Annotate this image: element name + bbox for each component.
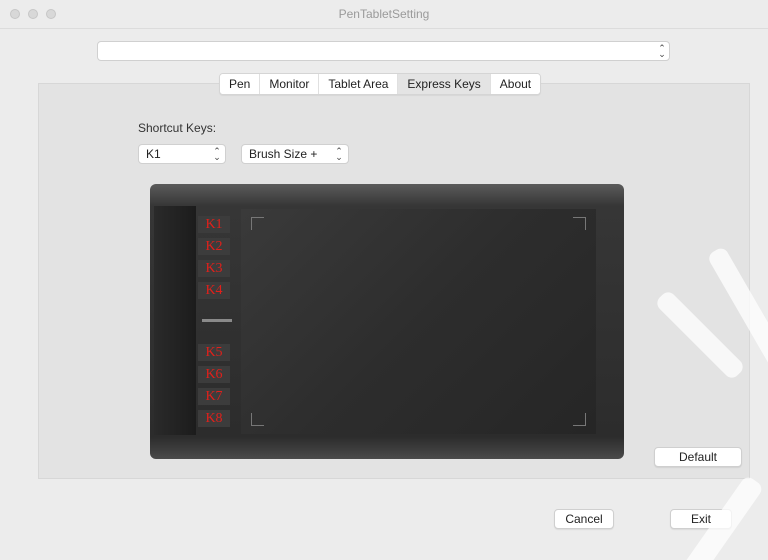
- express-key-k2[interactable]: K2: [198, 238, 230, 255]
- corner-mark-icon: [573, 217, 586, 230]
- updown-chevron-icon: ⌃ ⌄: [213, 146, 221, 162]
- action-select[interactable]: Brush Size + ⌃ ⌄: [241, 144, 349, 164]
- express-key-k8[interactable]: K8: [198, 410, 230, 427]
- cancel-button[interactable]: Cancel: [554, 509, 614, 529]
- default-button[interactable]: Default: [654, 447, 742, 467]
- tab-bar: Pen Monitor Tablet Area Express Keys Abo…: [219, 73, 542, 95]
- tab-express-keys[interactable]: Express Keys: [398, 74, 491, 94]
- tablet-image: K1 K2 K3 K4 K5 K6 K7 K8: [150, 184, 624, 459]
- key-select-value: K1: [146, 147, 161, 161]
- express-key-k1[interactable]: K1: [198, 216, 230, 233]
- shortcut-keys-label: Shortcut Keys:: [138, 121, 217, 135]
- updown-chevron-icon: ⌃ ⌄: [658, 43, 666, 59]
- express-key-k4[interactable]: K4: [198, 282, 230, 299]
- exit-button[interactable]: Exit: [670, 509, 732, 529]
- title-bar: PenTabletSetting: [0, 0, 768, 29]
- corner-mark-icon: [251, 217, 264, 230]
- express-key-k7[interactable]: K7: [198, 388, 230, 405]
- updown-chevron-icon: ⌃ ⌄: [335, 146, 343, 162]
- key-select[interactable]: K1 ⌃ ⌄: [138, 144, 226, 164]
- express-key-k6[interactable]: K6: [198, 366, 230, 383]
- express-key-k3[interactable]: K3: [198, 260, 230, 277]
- device-select[interactable]: ⌃ ⌄: [97, 41, 670, 61]
- tab-about[interactable]: About: [490, 74, 541, 94]
- corner-mark-icon: [573, 413, 586, 426]
- tablet-side-strip: [154, 206, 196, 435]
- tab-pen[interactable]: Pen: [220, 74, 261, 94]
- window-title: PenTabletSetting: [338, 7, 430, 21]
- tab-tablet-area[interactable]: Tablet Area: [319, 74, 399, 94]
- tablet-active-area: [241, 209, 596, 434]
- key-group-divider: [202, 319, 232, 322]
- tab-monitor[interactable]: Monitor: [260, 74, 320, 94]
- corner-mark-icon: [251, 413, 264, 426]
- express-key-k5[interactable]: K5: [198, 344, 230, 361]
- action-select-value: Brush Size +: [249, 147, 318, 161]
